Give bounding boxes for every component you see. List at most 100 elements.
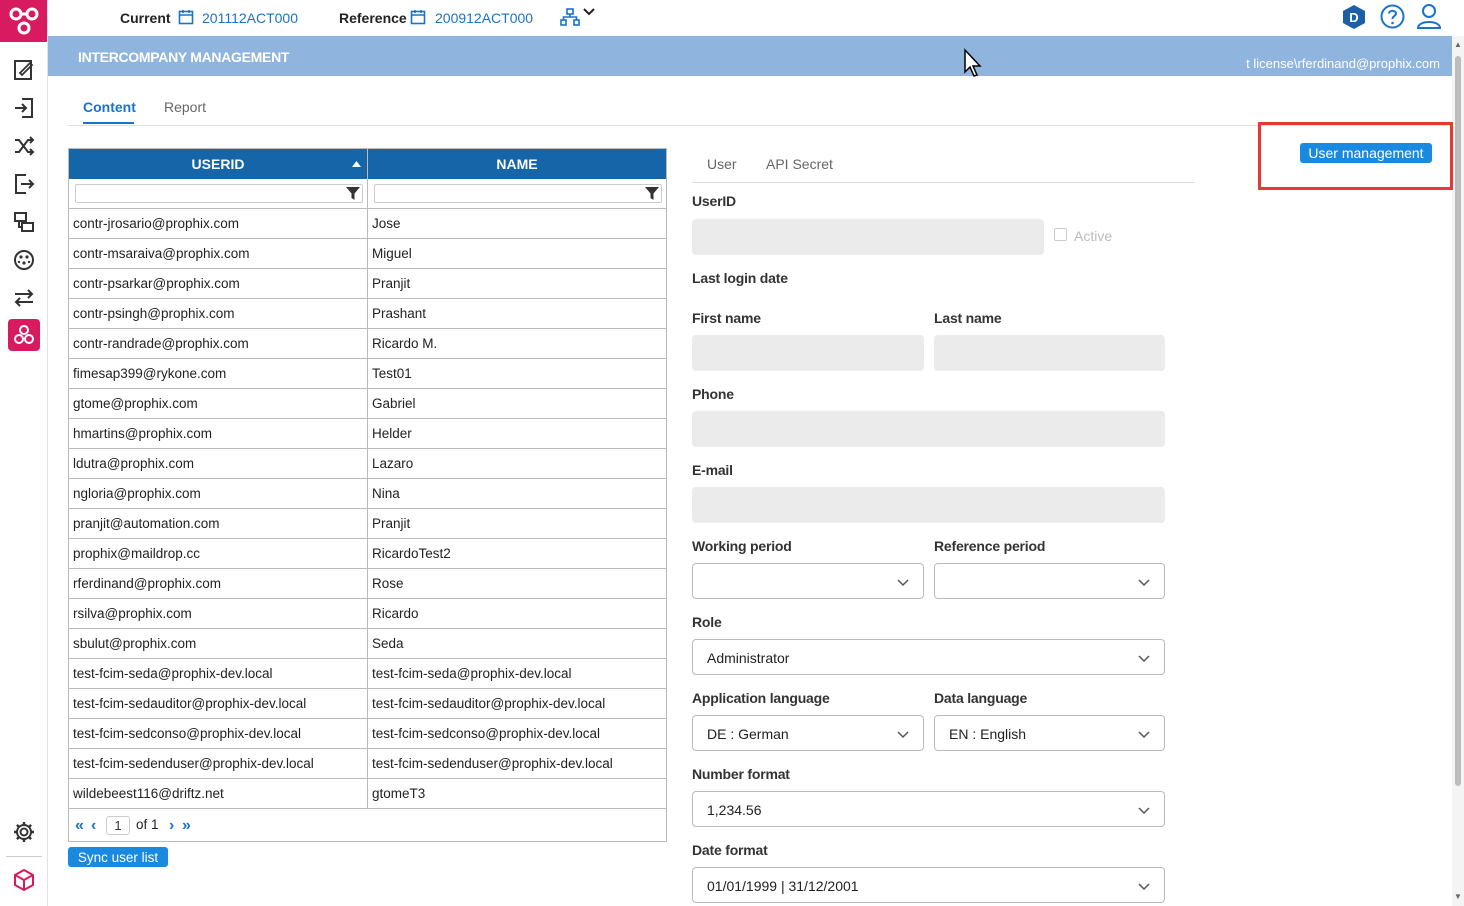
filter-icon[interactable] [346,187,360,201]
date-format-select[interactable]: 01/01/1999 | 31/12/2001 [692,867,1165,903]
gear-icon [14,822,34,842]
sidebar-item-intercompany[interactable] [8,319,40,351]
tab-api-secret[interactable]: API Secret [766,156,833,172]
userid-field[interactable] [692,219,1044,255]
working-period-select[interactable] [692,563,924,599]
last-login-label: Last login date [692,270,788,286]
userid-cell: rsilva@prophix.com [73,606,192,621]
scroll-down-icon[interactable]: ▼ [1454,892,1462,901]
userid-cell: contr-psingh@prophix.com [73,306,235,321]
active-label: Active [1074,228,1113,244]
sidebar-item-network[interactable] [8,244,40,276]
hierarchy-icon[interactable] [560,8,580,26]
user-profile-icon[interactable] [1416,3,1442,29]
chevron-down-icon [897,579,909,587]
name-cell: Pranjit [372,276,411,291]
userid-cell: pranjit@automation.com [73,516,220,531]
name-cell: Ricardo M. [372,336,438,351]
last-page-icon[interactable]: » [182,817,191,835]
prev-page-icon[interactable]: ‹ [91,817,96,835]
page-number-input[interactable]: 1 [106,816,130,835]
userid-cell: test-fcim-sedauditor@prophix-dev.local [73,696,307,711]
next-page-icon[interactable]: › [169,817,174,835]
vertical-scrollbar[interactable]: ▲ ▼ [1452,36,1464,906]
name-cell: Miguel [372,246,412,261]
userid-cell: contr-randrade@prophix.com [73,336,249,351]
column-header-label: NAME [496,156,538,172]
calendar-icon[interactable] [178,9,194,25]
first-name-field[interactable] [692,335,924,371]
userid-cell: test-fcim-seda@prophix-dev.local [73,666,273,681]
first-name-label: First name [692,310,761,326]
user-management-button[interactable]: User management [1300,143,1432,163]
scroll-up-icon[interactable]: ▲ [1454,40,1462,49]
sidebar-item-import[interactable] [8,92,40,124]
last-name-field[interactable] [934,335,1165,371]
application-language-select[interactable]: DE : German [692,715,924,751]
data-language-select[interactable]: EN : English [934,715,1165,751]
application-language-label: Application language [692,690,830,706]
role-label: Role [692,614,722,630]
chevron-down-icon[interactable] [583,7,595,17]
calendar-icon[interactable] [410,9,426,25]
column-header-name[interactable]: NAME [368,149,666,179]
role-select[interactable]: Administrator [692,639,1165,675]
email-field[interactable] [692,487,1165,523]
sync-user-list-button[interactable]: Sync user list [68,847,168,867]
userid-cell: contr-jrosario@prophix.com [73,216,240,231]
name-cell: gtomeT3 [372,786,426,801]
current-period-link[interactable]: 201112ACT000 [202,10,298,26]
sidebar-item-structure[interactable] [8,206,40,238]
sidebar-item-transfer[interactable] [8,282,40,314]
userid-filter-input[interactable] [75,184,363,203]
name-cell: test-fcim-sedconso@prophix-dev.local [372,726,601,741]
name-cell: Rose [372,576,404,591]
userid-cell: wildebeest116@driftz.net [73,786,224,801]
userid-cell: contr-msaraiva@prophix.com [73,246,250,261]
filter-icon[interactable] [645,187,659,201]
tab-user[interactable]: User [707,156,737,172]
chevron-down-icon [1138,579,1150,587]
name-cell: test-fcim-sedenduser@prophix-dev.local [372,756,613,771]
tab-report[interactable]: Report [164,99,206,115]
name-cell: Lazaro [372,456,414,471]
userid-cell: ngloria@prophix.com [73,486,201,501]
sidebar-item-settings[interactable] [8,816,40,848]
app-logo[interactable] [0,0,47,42]
d-badge-icon[interactable]: D [1342,4,1366,30]
chevron-down-icon [1138,731,1150,739]
name-filter-input[interactable] [374,184,662,203]
userid-cell: ldutra@prophix.com [73,456,195,471]
tabs-divider [68,125,1452,126]
tab-content[interactable]: Content [83,99,136,115]
name-cell: Helder [372,426,412,441]
sidebar-item-edit[interactable] [8,54,40,86]
column-divider [367,149,368,809]
page-title: INTERCOMPANY MANAGEMENT [78,49,290,65]
sign-in-icon [15,98,33,118]
network-globe-icon [14,250,34,270]
active-tab-indicator [83,122,134,124]
sort-ascending-icon[interactable] [352,161,361,167]
reference-period-select[interactable] [934,563,1165,599]
sidebar-divider [6,856,42,857]
sidebar-item-export[interactable] [8,168,40,200]
sidebar-item-shuffle[interactable] [8,130,40,162]
name-cell: test-fcim-seda@prophix-dev.local [372,666,572,681]
sidebar-item-package[interactable] [8,864,40,896]
number-format-select[interactable]: 1,234.56 [692,791,1165,827]
first-page-icon[interactable]: « [75,817,84,835]
active-checkbox[interactable] [1054,228,1067,241]
reference-period-label: Reference period [934,538,1046,554]
reference-period-link[interactable]: 200912ACT000 [435,10,533,26]
phone-field[interactable] [692,411,1165,447]
column-header-userid[interactable]: USERID [69,149,367,179]
help-icon[interactable] [1380,4,1405,29]
form-tabs-divider [692,182,1195,183]
scrollbar-thumb[interactable] [1455,56,1461,786]
userid-cell: fimesap399@rykone.com [73,366,227,381]
filter-row-name [368,179,666,209]
phone-label: Phone [692,386,734,402]
shuffle-icon [15,136,35,156]
data-language-value: EN : English [949,726,1027,742]
